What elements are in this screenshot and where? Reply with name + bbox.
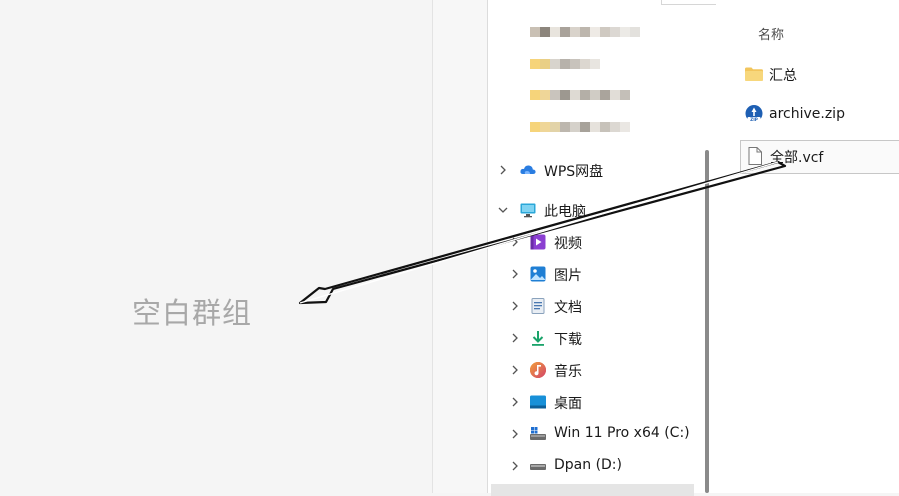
- monitor-icon: [519, 201, 537, 219]
- blurred-quick-access-item[interactable]: [530, 59, 600, 81]
- nav-item-music[interactable]: 音乐: [490, 356, 700, 384]
- cloud-icon: [519, 161, 537, 179]
- chevron-right-icon[interactable]: [510, 397, 520, 407]
- nav-item-pictures[interactable]: 图片: [490, 260, 700, 288]
- music-icon: [529, 361, 547, 379]
- blurred-quick-access-item[interactable]: [530, 90, 630, 112]
- chevron-down-icon[interactable]: [498, 205, 508, 215]
- blurred-quick-access-item[interactable]: [530, 122, 630, 144]
- chevron-right-icon[interactable]: [510, 301, 520, 311]
- nav-item-drive-c[interactable]: Win 11 Pro x64 (C:): [490, 420, 700, 448]
- chevron-right-icon[interactable]: [510, 333, 520, 343]
- picture-icon: [529, 265, 547, 283]
- file-item-label: archive.zip: [769, 106, 845, 122]
- file-item-label: 全部.vcf: [770, 150, 824, 166]
- chat-pane[interactable]: 空白群组: [0, 0, 433, 493]
- nav-item-this-pc[interactable]: 此电脑: [490, 196, 700, 224]
- file-item-label: 汇总: [769, 68, 797, 84]
- nav-scrollbar[interactable]: [705, 150, 709, 493]
- zip-icon: ZIP: [744, 104, 764, 124]
- file-item-folder[interactable]: 汇总: [740, 58, 899, 90]
- file-item-zip[interactable]: ZIP archive.zip: [740, 99, 899, 131]
- window-gap: [433, 0, 487, 493]
- nav-item-label: 视频: [554, 236, 582, 252]
- nav-item-desktop[interactable]: 桌面: [490, 388, 700, 416]
- nav-item-label: 音乐: [554, 364, 582, 380]
- nav-item-label: 图片: [554, 268, 582, 284]
- chevron-right-icon[interactable]: [510, 461, 520, 471]
- file-item-vcf[interactable]: 全部.vcf: [740, 140, 899, 174]
- video-icon: [529, 233, 547, 251]
- chevron-right-icon[interactable]: [510, 365, 520, 375]
- empty-group-label: 空白群组: [132, 296, 253, 330]
- drive-c-icon: [529, 425, 547, 443]
- chevron-right-icon[interactable]: [510, 269, 520, 279]
- nav-selected-item[interactable]: [491, 484, 694, 496]
- nav-item-label: Win 11 Pro x64 (C:): [554, 425, 690, 441]
- nav-item-label: WPS网盘: [544, 164, 604, 180]
- document-icon: [529, 297, 547, 315]
- blurred-quick-access-item[interactable]: [530, 27, 640, 49]
- nav-item-videos[interactable]: 视频: [490, 228, 700, 256]
- nav-item-downloads[interactable]: 下载: [490, 324, 700, 352]
- chevron-right-icon[interactable]: [510, 429, 520, 439]
- download-icon: [529, 329, 547, 347]
- nav-item-label: 下载: [554, 332, 582, 348]
- file-icon: [745, 146, 765, 166]
- chevron-right-icon[interactable]: [498, 165, 508, 175]
- nav-item-label: Dpan (D:): [554, 457, 622, 473]
- desktop-icon: [529, 393, 547, 411]
- nav-item-label: 桌面: [554, 396, 582, 412]
- chevron-right-icon[interactable]: [510, 237, 520, 247]
- nav-item-label: 文档: [554, 300, 582, 316]
- nav-item-drive-d[interactable]: Dpan (D:): [490, 452, 700, 480]
- folder-icon: [744, 64, 764, 84]
- nav-item-wps-cloud[interactable]: WPS网盘: [490, 156, 700, 184]
- drive-d-icon: [529, 457, 547, 475]
- svg-text:ZIP: ZIP: [750, 117, 758, 122]
- column-header-name[interactable]: 名称: [758, 24, 784, 43]
- nav-item-documents[interactable]: 文档: [490, 292, 700, 320]
- nav-item-label: 此电脑: [544, 204, 586, 220]
